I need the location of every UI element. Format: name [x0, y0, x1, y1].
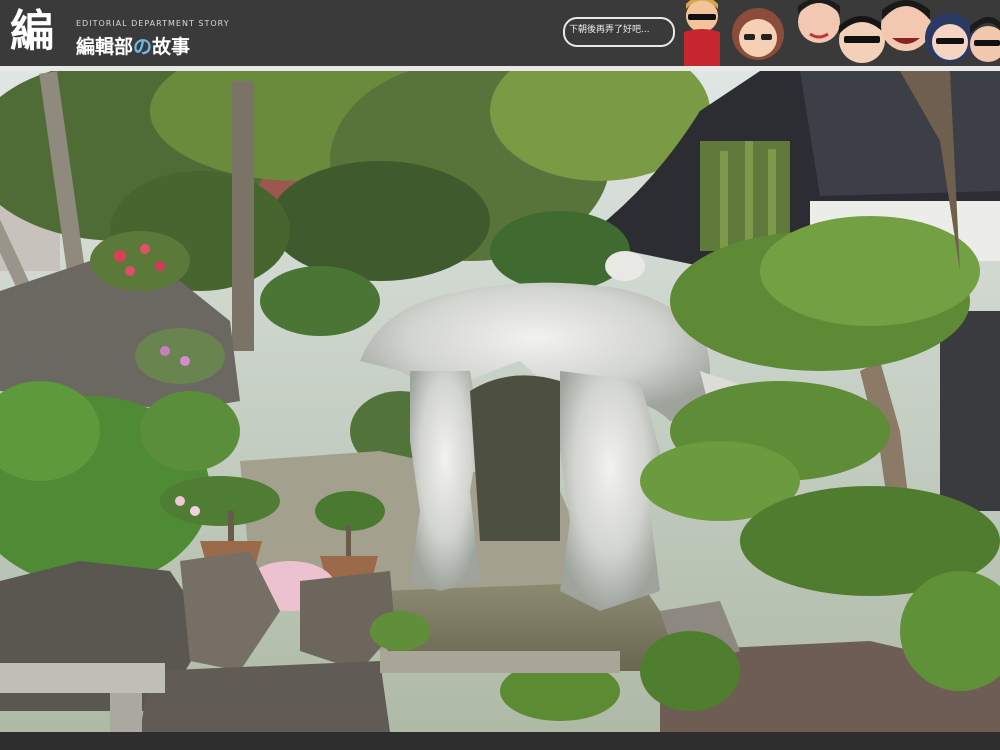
- site-title[interactable]: 編輯部の故事: [76, 32, 190, 59]
- page-footer-bar: [0, 732, 1000, 750]
- avatar-partial-man: [970, 16, 1000, 62]
- avatar-laughing-man: [881, 0, 931, 51]
- site-title-no: の: [133, 36, 153, 58]
- avatar-sunglasses-man: [839, 16, 885, 63]
- avatar-sunglasses-scarf: [684, 0, 720, 66]
- staff-avatars: [684, 0, 1000, 66]
- site-logo-glyph[interactable]: 編: [10, 6, 68, 58]
- avatar-smiling-man: [798, 0, 840, 43]
- site-title-end: 故事: [152, 36, 191, 58]
- speech-bubble-text: 下朝後再弄了好吧...: [569, 25, 650, 35]
- avatar-woman-sunglasses: [925, 13, 975, 63]
- avatar-glasses-woman: [732, 8, 784, 60]
- site-tagline: EDITORIAL DEPARTMENT STORY: [76, 19, 230, 28]
- stone-step: [380, 651, 620, 673]
- garden-photo: [0, 71, 1000, 732]
- site-title-main: 編輯部: [76, 36, 134, 58]
- site-header: 編 EDITORIAL DEPARTMENT STORY 編輯部の故事 下朝後再…: [0, 0, 1000, 66]
